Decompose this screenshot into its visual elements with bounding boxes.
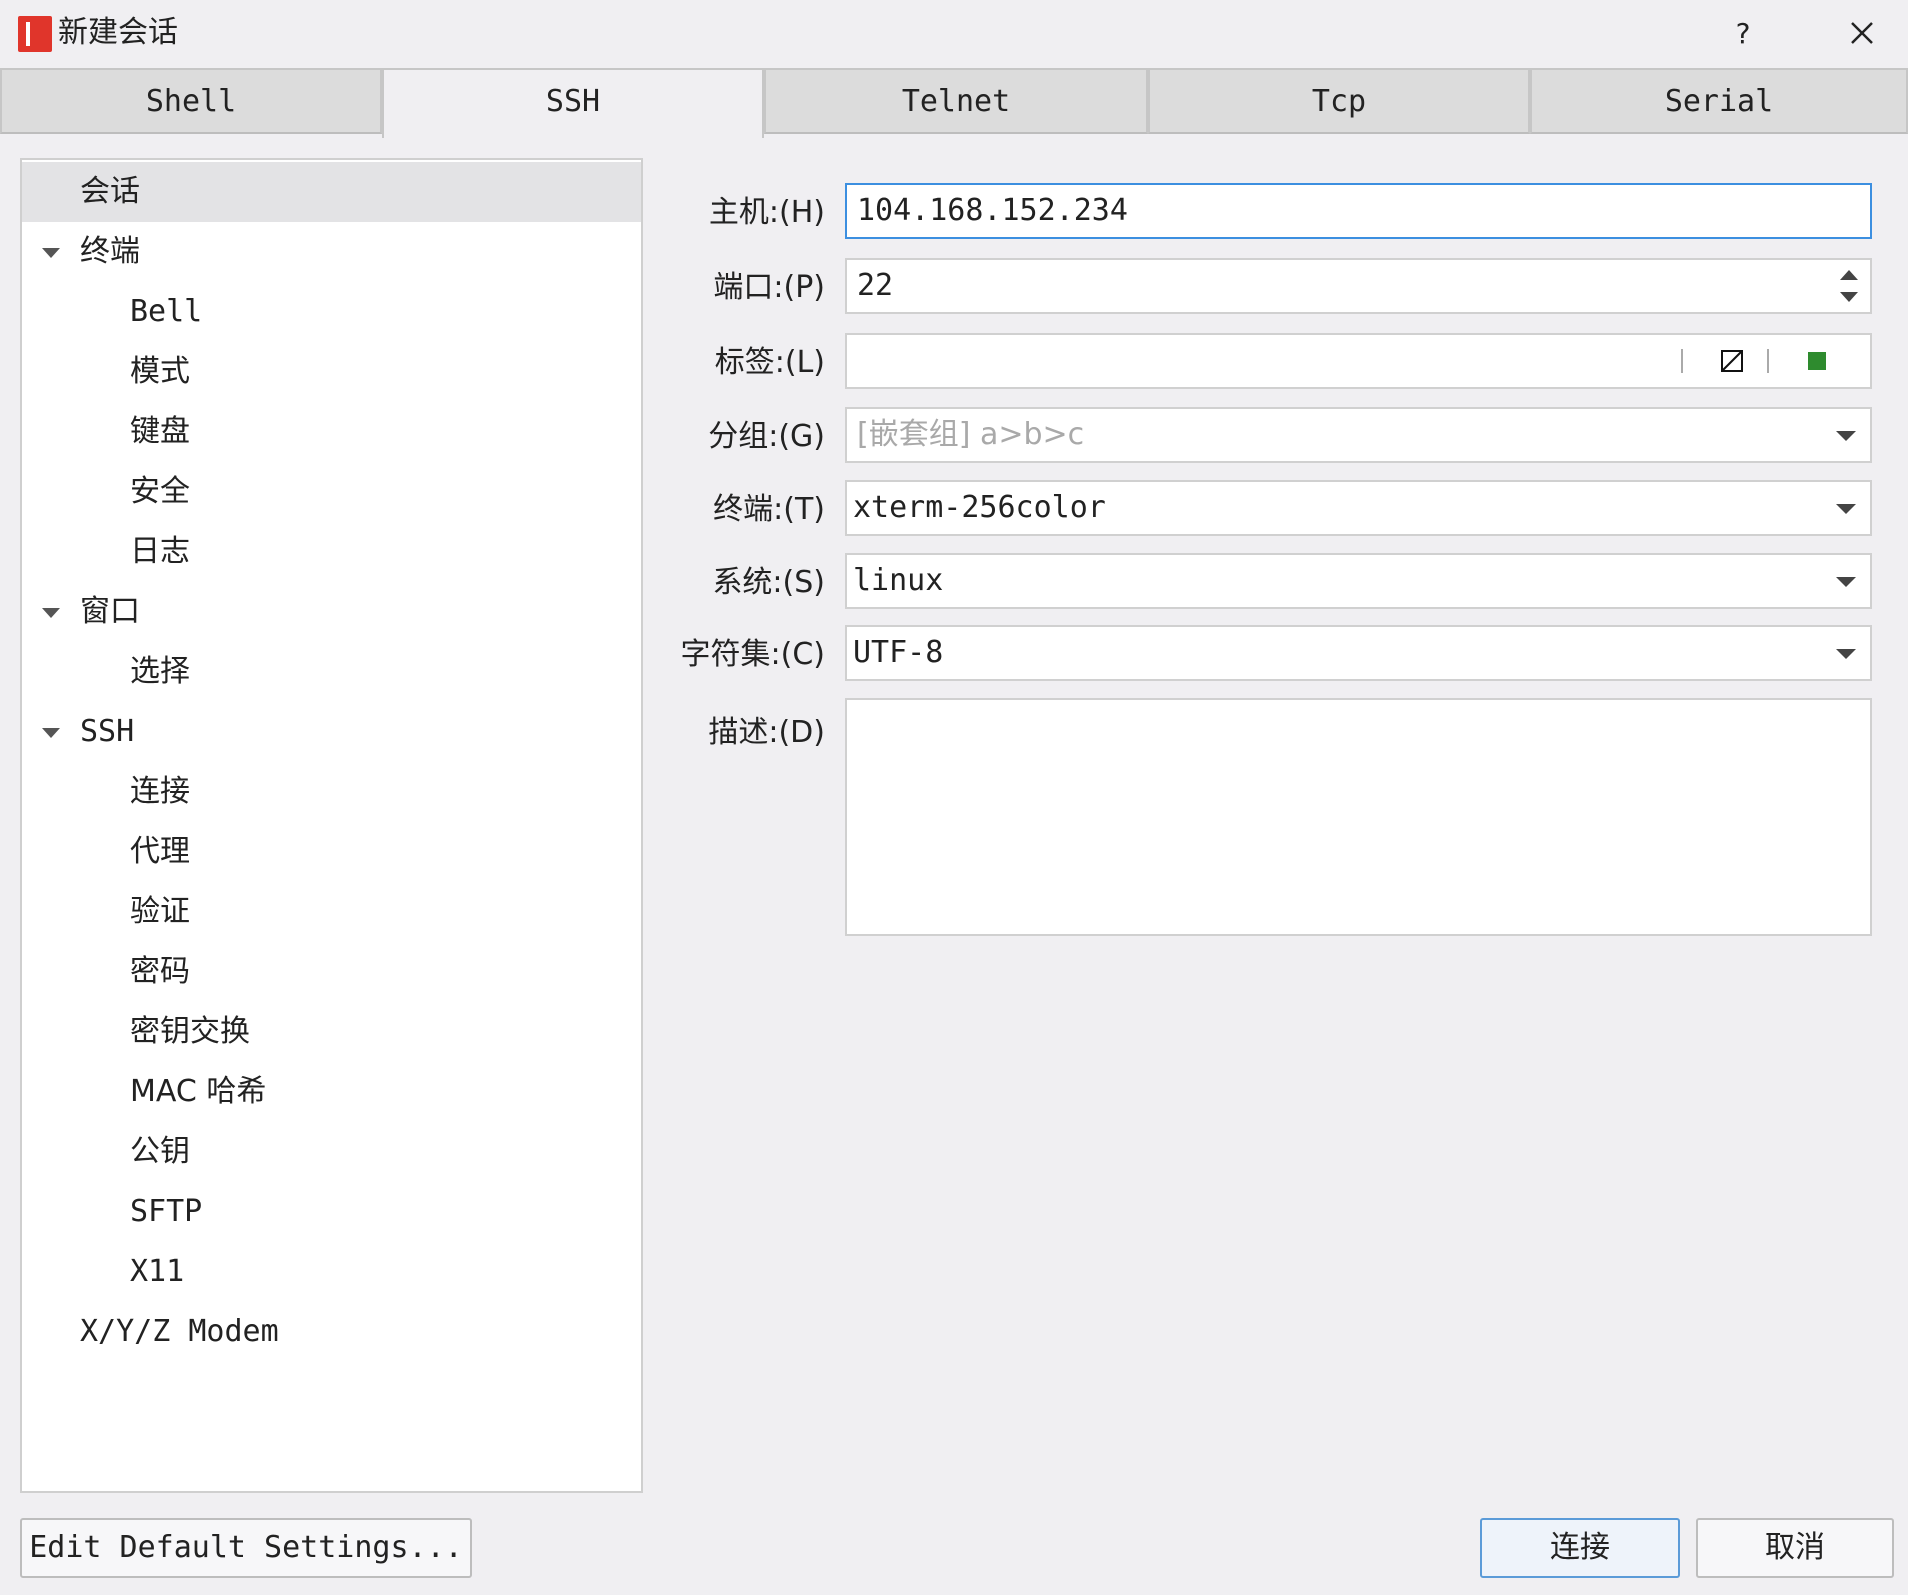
host-label: 主机:(H)	[708, 195, 825, 230]
group-label: 分组:(G)	[708, 419, 825, 454]
spin-arrows-icon[interactable]	[1838, 266, 1860, 306]
port-value: 22	[857, 268, 894, 303]
system-label: 系统:(S)	[712, 565, 825, 600]
tree-item[interactable]: 密码	[22, 942, 641, 1002]
terminal-label: 终端:(T)	[713, 492, 825, 527]
connect-button[interactable]: 连接	[1480, 1518, 1680, 1578]
chevron-down-icon[interactable]	[1836, 502, 1856, 516]
tree-item[interactable]: 连接	[22, 762, 641, 822]
chevron-down-icon[interactable]	[1836, 647, 1856, 661]
tab-shell[interactable]: Shell	[0, 68, 382, 134]
expand-arrow-icon[interactable]	[38, 222, 64, 282]
tab-ssh[interactable]: SSH	[382, 68, 764, 138]
charset-label: 字符集:(C)	[680, 637, 825, 672]
system-combobox[interactable]: linux	[845, 553, 1872, 609]
edit-default-settings-button[interactable]: Edit Default Settings...	[20, 1518, 472, 1578]
tree-item[interactable]: 终端	[22, 222, 641, 282]
tree-item-label: SFTP	[130, 1194, 203, 1229]
tree-item[interactable]: 安全	[22, 462, 641, 522]
settings-tree: 会话终端 Bell 模式键盘安全日志窗口选择 SSH 连接代理验证密码密钥交换 MAC 哈…	[20, 158, 643, 1493]
tab-tcp[interactable]: Tcp	[1148, 68, 1530, 134]
system-value: linux	[853, 563, 944, 598]
port-label: 端口:(P)	[713, 270, 825, 305]
tree-item[interactable]: 选择	[22, 642, 641, 702]
tree-item-label: SSH	[80, 714, 135, 749]
no-color-icon[interactable]	[1721, 350, 1743, 372]
tree-item[interactable]: X11	[22, 1242, 641, 1302]
group-placeholder: [嵌套组] a>b>c	[857, 417, 1085, 452]
tree-item-label: 安全	[130, 474, 190, 509]
expand-arrow-icon[interactable]	[38, 702, 64, 762]
tree-item[interactable]: 会话	[22, 162, 641, 222]
chevron-down-icon[interactable]	[1836, 429, 1856, 443]
tree-item[interactable]: 日志	[22, 522, 641, 582]
tree-item[interactable]: SFTP	[22, 1182, 641, 1242]
tree-item-label: 密码	[130, 954, 190, 989]
tree-item-label: Bell	[130, 294, 203, 329]
port-spinbox[interactable]: 22	[845, 258, 1872, 314]
tree-item-label: 代理	[130, 834, 190, 869]
title-bar: 新建会话 ?	[0, 0, 1908, 68]
tree-item[interactable]: 代理	[22, 822, 641, 882]
tree-item[interactable]: MAC 哈希	[22, 1062, 641, 1122]
tree-item[interactable]: 公钥	[22, 1122, 641, 1182]
tree-item-label: 键盘	[130, 414, 190, 449]
tree-item-label: X/Y/Z Modem	[80, 1314, 279, 1349]
tree-item-label: 连接	[130, 774, 190, 809]
window-title: 新建会话	[58, 15, 178, 50]
cancel-button[interactable]: 取消	[1696, 1518, 1894, 1578]
tree-item[interactable]: 模式	[22, 342, 641, 402]
tag-input[interactable]	[845, 333, 1872, 389]
tree-item-label: 窗口	[80, 594, 140, 629]
tree-item[interactable]: SSH	[22, 702, 641, 762]
app-logo-icon	[18, 16, 52, 52]
expand-arrow-icon[interactable]	[38, 582, 64, 642]
tree-item-label: 会话	[80, 174, 140, 209]
terminal-combobox[interactable]: xterm-256color	[845, 480, 1872, 536]
tree-item-label: X11	[130, 1254, 185, 1289]
tree-item-label: 公钥	[130, 1134, 190, 1169]
tree-item-label: 日志	[130, 534, 190, 569]
tree-item-label: 选择	[130, 654, 190, 689]
protocol-tabs: Shell SSH Telnet Tcp Serial	[0, 68, 1908, 138]
tree-item[interactable]: 验证	[22, 882, 641, 942]
close-icon[interactable]	[1838, 14, 1884, 54]
chevron-down-icon[interactable]	[1836, 575, 1856, 589]
tree-item-label: 密钥交换	[130, 1014, 250, 1049]
tag-label: 标签:(L)	[714, 345, 825, 380]
tree-item-label: 验证	[130, 894, 190, 929]
tree-item[interactable]: 键盘	[22, 402, 641, 462]
tab-telnet[interactable]: Telnet	[764, 68, 1148, 134]
charset-value: UTF-8	[853, 635, 944, 670]
terminal-value: xterm-256color	[853, 490, 1106, 525]
tree-item[interactable]: X/Y/Z Modem	[22, 1302, 641, 1362]
tree-item-label: 终端	[80, 234, 140, 269]
green-color-swatch-icon[interactable]	[1808, 352, 1826, 370]
host-input[interactable]: 104.168.152.234	[845, 183, 1872, 239]
tree-item[interactable]: 窗口	[22, 582, 641, 642]
tree-item[interactable]: 密钥交换	[22, 1002, 641, 1062]
tag-color-controls	[1681, 349, 1826, 373]
description-label: 描述:(D)	[708, 715, 825, 750]
description-textarea[interactable]	[845, 698, 1872, 936]
tree-item[interactable]: Bell	[22, 282, 641, 342]
charset-combobox[interactable]: UTF-8	[845, 625, 1872, 681]
help-button[interactable]: ?	[1720, 14, 1766, 54]
tab-serial[interactable]: Serial	[1530, 68, 1908, 134]
group-combobox[interactable]: [嵌套组] a>b>c	[845, 407, 1872, 463]
tree-item-label: MAC 哈希	[130, 1074, 267, 1109]
tree-item-label: 模式	[130, 354, 190, 389]
